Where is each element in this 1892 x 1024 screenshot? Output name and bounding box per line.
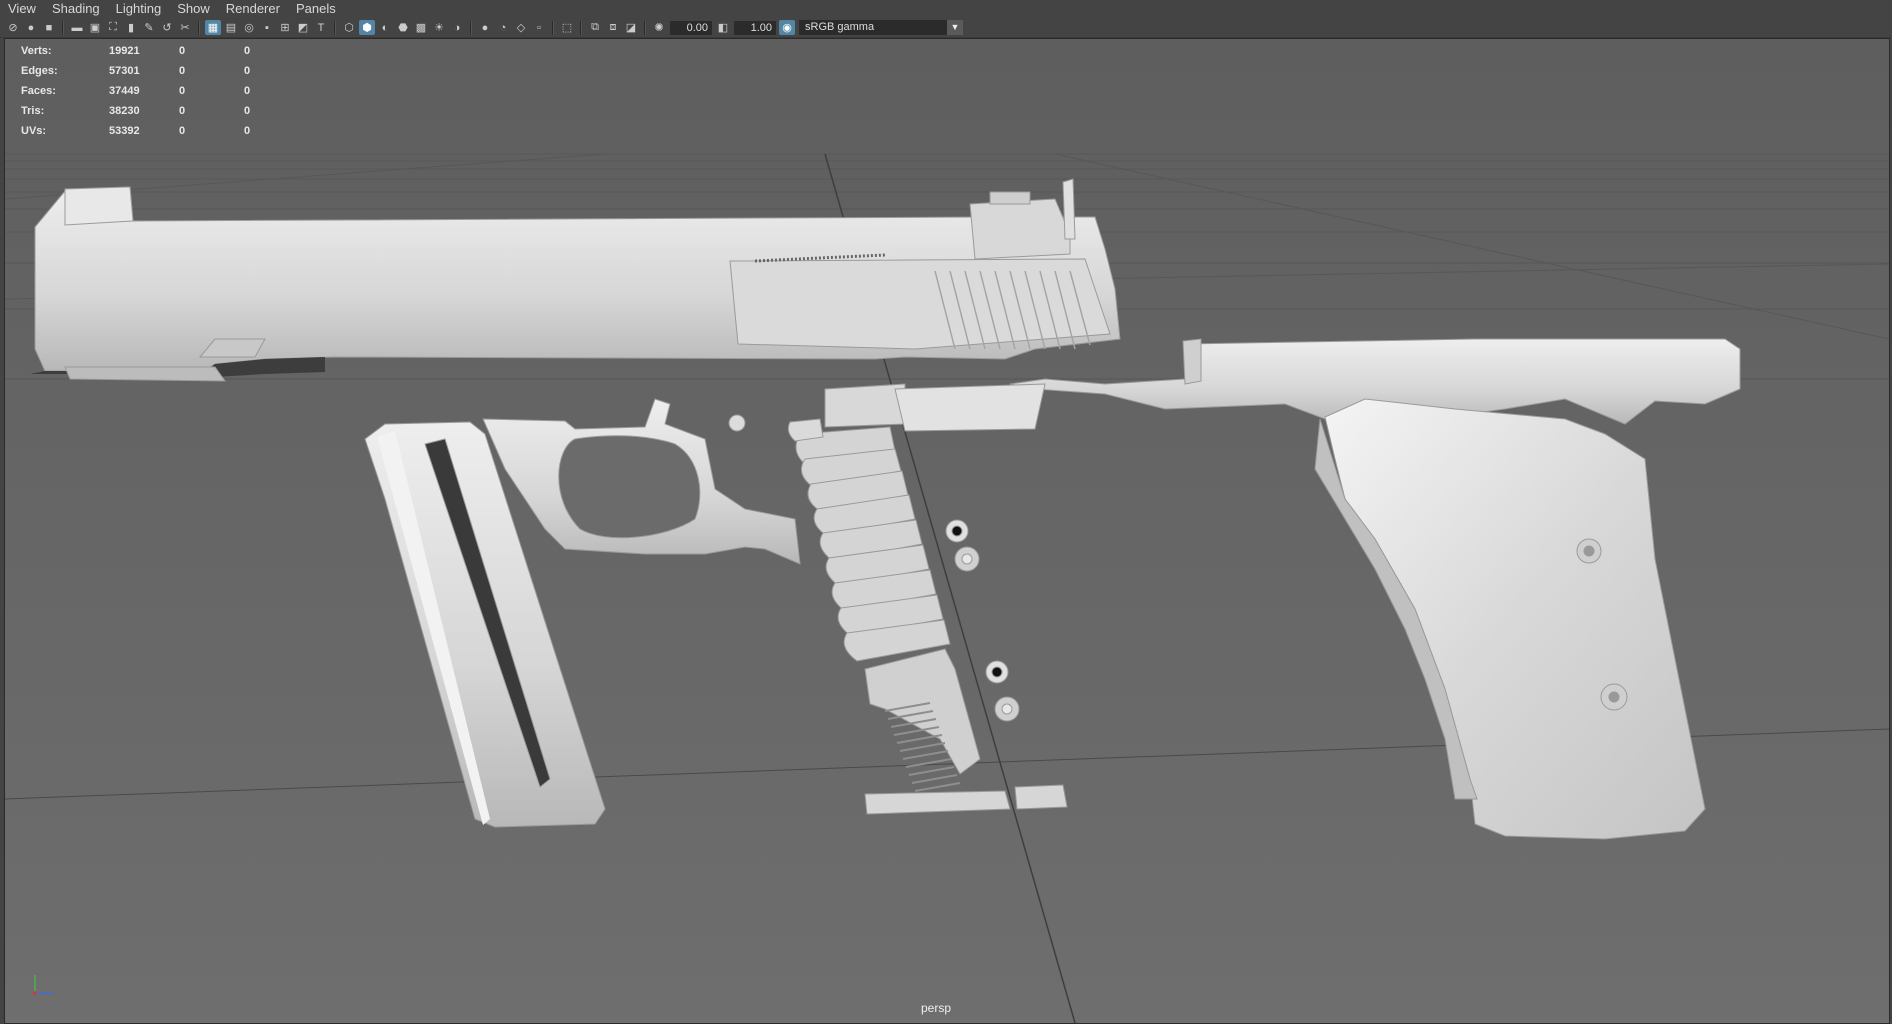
perspective-viewport[interactable]: Verts: 19921 0 0 Edges: 57301 0 0 Faces:… [4,38,1890,1024]
film-gate-mask-icon[interactable]: ▤ [223,20,239,35]
rear-sight-mesh [969,198,1071,260]
select-camera-icon[interactable]: ⊘ [5,20,21,35]
grease-pencil-icon[interactable]: ✎ [141,20,157,35]
maya-viewport-window: View Shading Lighting Show Renderer Pane… [0,0,1892,1024]
textured-icon[interactable]: ▩ [413,20,429,35]
chevron-down-icon: ▼ [947,20,963,35]
hud-row-uvs: UVs: 53392 0 0 [21,125,251,137]
resolution-gate-icon[interactable]: ✂ [177,20,193,35]
menu-lighting[interactable]: Lighting [108,0,170,18]
isolate-icon[interactable]: T [313,20,329,35]
depth-of-field-icon[interactable]: ▫ [531,20,547,35]
exposure-field[interactable]: 0.00 [670,20,712,35]
menu-panels[interactable]: Panels [288,0,344,18]
safe-title-icon[interactable]: ⊞ [277,20,293,35]
pin-part [728,414,746,432]
color-space-value: sRGB gamma [805,21,875,33]
wireframe-on-shaded-icon[interactable]: ◐ [377,20,393,35]
gamma-icon[interactable]: ◧ [715,20,731,35]
smooth-shade-icon[interactable]: ⬢ [359,20,375,35]
film-gate-icon[interactable]: ↺ [159,20,175,35]
field-chart-icon[interactable]: ◎ [241,20,257,35]
hud-row-edges: Edges: 57301 0 0 [21,65,251,77]
motion-blur-icon[interactable]: ◔ [495,20,511,35]
xray-icon[interactable]: ⬣ [395,20,411,35]
lights-icon[interactable]: ☀ [431,20,447,35]
camera-icon[interactable]: ▬ [69,20,85,35]
panel-menu-bar: View Shading Lighting Show Renderer Pane… [0,0,1892,18]
heads-up-display: Verts: 19921 0 0 Edges: 57301 0 0 Faces:… [21,41,284,141]
camera-bookmark-icon[interactable]: ▮ [123,20,139,35]
bookmark-icon[interactable]: ■ [41,20,57,35]
anti-aliasing-icon[interactable]: ◇ [513,20,529,35]
shadows-icon[interactable]: ◑ [449,20,465,35]
camera-attributes-icon[interactable]: ● [23,20,39,35]
hud-row-faces: Faces: 37449 0 0 [21,85,251,97]
camera-name-label: persp [921,1001,952,1015]
safe-action-icon[interactable]: ▪ [259,20,275,35]
lock-camera-icon[interactable]: ⛶ [105,20,121,35]
menu-shading[interactable]: Shading [44,0,108,18]
gamma-field[interactable]: 1.00 [734,20,776,35]
gate-mask-icon[interactable]: ◩ [295,20,311,35]
color-space-dropdown[interactable]: sRGB gamma ▼ [799,20,963,35]
image-plane-icon[interactable]: ▣ [87,20,103,35]
panel-toolbar: ⊘ ● ■ ▬ ▣ ⛶ ▮ ✎ ↺ ✂ ▦ ▤ ◎ ▪ ⊞ ◩ T ⬡ ⬢ ◐ … [0,18,1892,38]
exposure-icon[interactable]: ✺ [651,20,667,35]
backface-culling-icon[interactable]: ◪ [623,20,639,35]
color-management-icon[interactable]: ◉ [779,20,795,35]
menu-show[interactable]: Show [169,0,218,18]
wireframe-icon[interactable]: ⬡ [341,20,357,35]
hud-row-verts: Verts: 19921 0 0 [21,45,251,57]
menu-renderer[interactable]: Renderer [218,0,288,18]
xray-active-icon[interactable]: ⧈ [605,20,621,35]
grid-icon[interactable]: ▦ [205,20,221,35]
axis-gizmo-icon [33,975,53,995]
hud-row-tris: Tris: 38230 0 0 [21,105,251,117]
menu-view[interactable]: View [0,0,44,18]
isolate-select-icon[interactable]: ⬚ [559,20,575,35]
scene-canvas[interactable] [5,39,1889,1023]
ambient-occlusion-icon[interactable]: ● [477,20,493,35]
xray-joints-icon[interactable]: ⧉ [587,20,603,35]
